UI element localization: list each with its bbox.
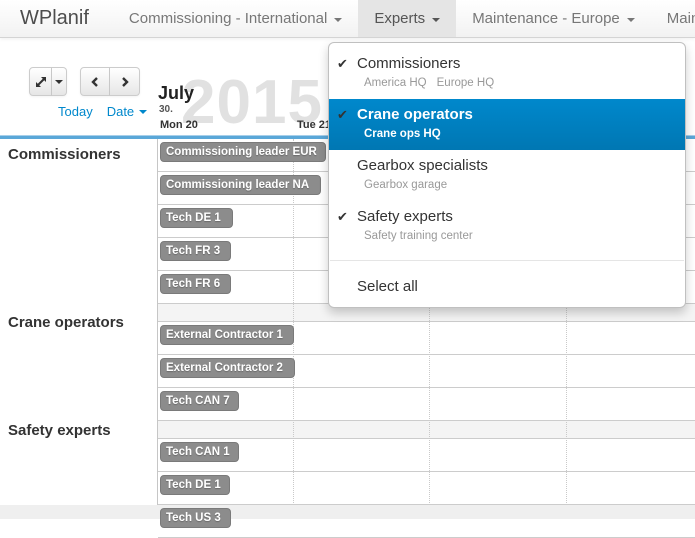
resource-bar-tech-can-1[interactable]: Tech CAN 1 — [160, 442, 239, 462]
today-link[interactable]: Today — [58, 104, 93, 119]
prev-button[interactable] — [80, 67, 110, 96]
chevron-right-icon — [119, 76, 131, 88]
resource-bar-tech-fr-3[interactable]: Tech FR 3 — [160, 241, 231, 261]
dropdown-item-commissioners[interactable]: ✔ Commissioners America HQ Europe HQ — [329, 48, 685, 99]
expand-view-button[interactable] — [29, 67, 52, 96]
day-header-mon-20: Mon 20 — [160, 119, 198, 131]
dropdown-item-label: Commissioners — [357, 56, 675, 71]
resource-bar-tech-de-1[interactable]: Tech DE 1 — [160, 208, 233, 228]
dropdown-item-sublabels: Crane ops HQ — [357, 128, 675, 140]
group-label-commissioners: Commissioners — [8, 146, 121, 163]
resource-row: Tech DE 1 — [158, 475, 695, 505]
view-options-button[interactable] — [52, 67, 67, 96]
nav-item-maintenance-europe[interactable]: Maintenance - Europe — [456, 0, 651, 37]
dropdown-item-label: Crane operators — [357, 107, 675, 122]
resource-row: Tech CAN 1 — [158, 442, 695, 472]
resource-row: Tech US 3 — [158, 508, 695, 538]
date-menu-link[interactable]: Date — [107, 104, 147, 119]
dropdown-item-sublabels: Safety training center — [357, 230, 675, 242]
navbar: WPlanif Commissioning - International Exp… — [0, 0, 695, 38]
week-number-label: 30. — [159, 104, 173, 115]
resource-bar-commissioning-leader-eur[interactable]: Commissioning leader EUR — [160, 142, 326, 162]
location-label: Safety training center — [364, 230, 473, 242]
nav-item-label: Experts — [374, 0, 425, 37]
nav-item-maintenance[interactable]: Maintenance - — [651, 0, 695, 37]
caret-down-icon — [627, 18, 635, 22]
dropdown-item-safety-experts[interactable]: ✔ Safety experts Safety training center — [329, 201, 685, 252]
next-button[interactable] — [110, 67, 140, 96]
dropdown-divider — [330, 260, 684, 261]
section-gap — [158, 421, 695, 439]
caret-down-icon — [334, 18, 342, 22]
dropdown-item-crane-operators[interactable]: ✔ Crane operators Crane ops HQ — [329, 99, 685, 150]
date-links: Today Date — [58, 104, 147, 119]
nav-item-label: Maintenance - — [667, 0, 695, 37]
month-title: July — [158, 83, 194, 104]
caret-down-icon — [139, 110, 147, 114]
resource-bar-external-contractor-2[interactable]: External Contractor 2 — [160, 358, 295, 378]
caret-down-icon — [432, 18, 440, 22]
day-header-tue-21: Tue 21 — [297, 119, 331, 131]
nav-item-label: Maintenance - Europe — [472, 0, 620, 37]
expand-icon — [34, 75, 48, 89]
resource-bar-external-contractor-1[interactable]: External Contractor 1 — [160, 325, 294, 345]
resource-row: External Contractor 2 — [158, 358, 695, 388]
resource-row: Tech CAN 7 — [158, 391, 695, 421]
date-link-label: Date — [107, 104, 134, 119]
today-link-label: Today — [58, 104, 93, 119]
location-label: America HQ — [364, 77, 427, 89]
group-label-crane-operators: Crane operators — [8, 314, 124, 331]
brand[interactable]: WPlanif — [0, 0, 101, 37]
caret-down-icon — [55, 80, 63, 84]
dropdown-select-all[interactable]: Select all — [329, 269, 685, 304]
resource-bar-tech-de-1[interactable]: Tech DE 1 — [160, 475, 230, 495]
nav-item-experts[interactable]: Experts — [358, 0, 456, 37]
check-icon: ✔ — [337, 56, 348, 72]
nav-item-label: Commissioning - International — [129, 0, 327, 37]
dropdown-item-gearbox-specialists[interactable]: Gearbox specialists Gearbox garage — [329, 150, 685, 201]
chevron-left-icon — [89, 76, 101, 88]
resource-bar-tech-can-7[interactable]: Tech CAN 7 — [160, 391, 239, 411]
location-label: Gearbox garage — [364, 179, 447, 191]
resource-bar-commissioning-leader-na[interactable]: Commissioning leader NA — [160, 175, 321, 195]
dropdown-item-sublabels: Gearbox garage — [357, 179, 675, 191]
nav-item-commissioning-international[interactable]: Commissioning - International — [113, 0, 358, 37]
location-label: Europe HQ — [437, 77, 495, 89]
resource-bar-tech-fr-6[interactable]: Tech FR 6 — [160, 274, 231, 294]
nav-button-group — [80, 67, 140, 96]
dropdown-item-label: Gearbox specialists — [357, 158, 675, 173]
group-label-safety-experts: Safety experts — [8, 422, 111, 439]
view-button-group — [29, 67, 67, 96]
check-icon: ✔ — [337, 107, 348, 123]
dropdown-item-sublabels: America HQ Europe HQ — [357, 77, 675, 89]
dropdown-item-label: Safety experts — [357, 209, 675, 224]
resource-bar-tech-us-3[interactable]: Tech US 3 — [160, 508, 231, 528]
resource-row: External Contractor 1 — [158, 325, 695, 355]
check-icon: ✔ — [337, 209, 348, 225]
experts-dropdown-menu: ✔ Commissioners America HQ Europe HQ ✔ Crane … — [328, 42, 686, 308]
navbar-menu: Commissioning - International Experts Main… — [113, 0, 695, 37]
location-label: Crane ops HQ — [364, 128, 441, 140]
